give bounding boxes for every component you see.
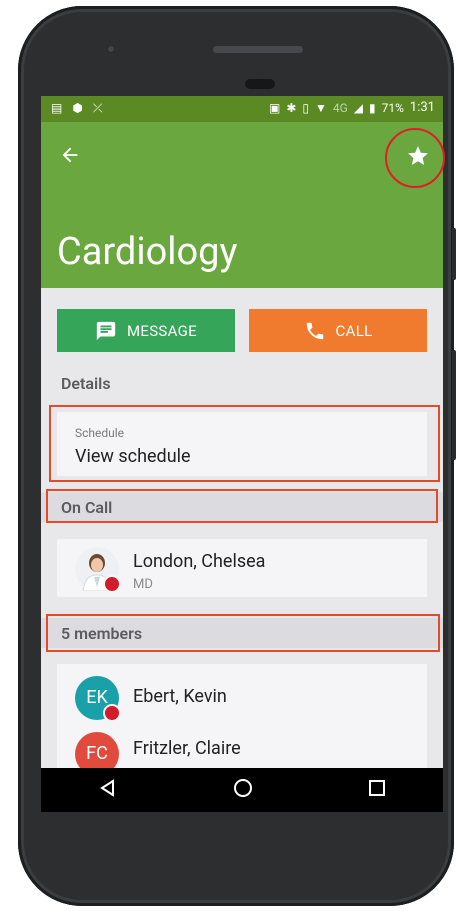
member-name[interactable]: Fritzler, Claire — [133, 738, 241, 759]
avatar[interactable]: EK — [75, 676, 121, 722]
avatar — [75, 547, 121, 593]
on-call-name: London, Chelsea — [133, 551, 266, 572]
chat-icon — [96, 321, 116, 340]
highlight-circle — [385, 128, 445, 188]
power-button — [452, 350, 456, 460]
status-dot — [103, 575, 121, 593]
app-bar: Cardiology — [41, 122, 443, 288]
back-arrow-icon[interactable] — [59, 144, 81, 172]
recents-icon[interactable] — [368, 779, 386, 802]
details-section-label: Details — [61, 374, 111, 393]
back-icon[interactable] — [98, 778, 118, 803]
wifi-icon: ▼ — [314, 101, 327, 115]
earpiece-speaker — [213, 46, 303, 53]
call-button[interactable]: CALL — [249, 309, 427, 352]
message-label: MESSAGE — [127, 321, 197, 340]
clock: 1:31 — [409, 100, 435, 115]
highlight-box-members — [46, 614, 440, 652]
bluetooth-icon: ✱ — [286, 101, 297, 115]
highlight-box-schedule — [49, 405, 440, 482]
status-bar: ▤ ⬢ ⤫ ▣ ✱ ▯ ▼ 4G ◢ ▮ 71% 1:31 — [41, 96, 443, 122]
on-call-role: MD — [133, 577, 153, 592]
member-name[interactable]: Ebert, Kevin — [133, 686, 227, 707]
home-icon[interactable] — [232, 777, 254, 804]
battery-percent: 71% — [381, 101, 404, 115]
battery-icon: ▮ — [369, 101, 376, 115]
on-call-person[interactable]: London, Chelsea MD — [57, 539, 427, 597]
call-label: CALL — [335, 321, 373, 340]
missed-call-icon: ⤫ — [92, 101, 103, 115]
signal-icon: ◢ — [353, 101, 364, 115]
network-label: 4G — [332, 101, 348, 115]
android-icon: ⬢ — [72, 101, 83, 115]
action-row: MESSAGE CALL — [57, 309, 427, 352]
page-title: Cardiology — [57, 230, 238, 274]
phone-icon — [306, 322, 323, 339]
status-dot — [103, 704, 121, 722]
sensor-bar — [245, 79, 275, 89]
message-button[interactable]: MESSAGE — [57, 309, 235, 352]
cast-icon: ▣ — [268, 101, 281, 115]
front-camera — [106, 44, 116, 54]
members-list: EK Ebert, Kevin FC Fritzler, Claire — [57, 664, 427, 776]
notification-icon: ▤ — [51, 101, 63, 115]
vibrate-icon: ▯ — [302, 101, 309, 115]
android-nav-bar — [41, 768, 443, 812]
volume-button — [452, 228, 456, 280]
highlight-box-on-call — [46, 489, 438, 523]
